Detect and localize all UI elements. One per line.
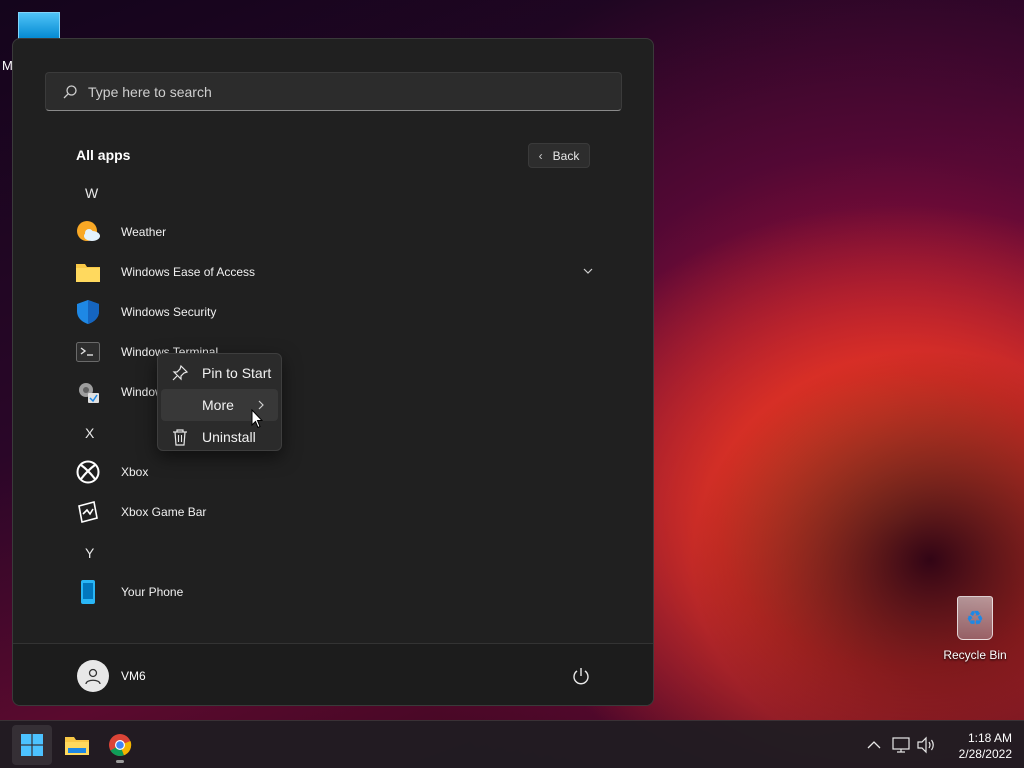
app-windows-security[interactable]: Windows Security xyxy=(75,296,595,328)
mouse-cursor-icon xyxy=(251,409,263,429)
clock-time: 1:18 AM xyxy=(967,731,1012,745)
recycle-bin-label: Recycle Bin xyxy=(943,648,1007,662)
section-letter-x[interactable]: X xyxy=(85,425,94,441)
windows-logo-icon xyxy=(21,734,43,756)
app-your-phone[interactable]: Your Phone xyxy=(75,576,595,608)
taskbar: 1:18 AM 2/28/2022 xyxy=(0,720,1024,768)
game-bar-icon xyxy=(75,499,101,525)
app-windows-terminal[interactable]: Windows Terminal xyxy=(75,336,595,368)
clock[interactable]: 1:18 AM 2/28/2022 xyxy=(940,730,1012,762)
app-windows-tools[interactable]: Windows Tools xyxy=(75,376,595,408)
search-icon xyxy=(63,84,77,98)
file-explorer-button[interactable] xyxy=(57,725,97,765)
phone-icon xyxy=(75,579,101,605)
app-label: Xbox xyxy=(121,465,149,479)
shield-icon xyxy=(75,299,101,325)
context-item-label: Pin to Start xyxy=(202,365,272,381)
section-letter-w[interactable]: W xyxy=(85,185,98,201)
app-xbox[interactable]: Xbox xyxy=(75,456,595,488)
app-label: Windows Ease of Access xyxy=(121,265,256,279)
start-menu: All apps ‹ Back W Weather Windows Ease o… xyxy=(12,38,654,706)
chrome-icon xyxy=(109,734,132,756)
recycle-bin-icon: ♻ xyxy=(957,596,993,640)
chevron-up-icon[interactable] xyxy=(864,735,884,755)
recycle-bin[interactable]: ♻ Recycle Bin xyxy=(942,596,1008,664)
chrome-button[interactable] xyxy=(100,725,140,765)
tools-icon xyxy=(75,379,101,405)
app-xbox-game-bar[interactable]: Xbox Game Bar xyxy=(75,496,595,528)
search-input[interactable] xyxy=(88,83,568,100)
folder-icon xyxy=(75,259,101,285)
chevron-left-icon: ‹ xyxy=(538,148,543,163)
file-explorer-icon xyxy=(65,737,89,755)
back-button-label: Back xyxy=(552,148,580,163)
pin-icon xyxy=(171,364,189,382)
app-label: Weather xyxy=(121,225,167,239)
app-label: Windows Security xyxy=(121,305,217,319)
trash-icon xyxy=(171,428,189,446)
context-item-label: Uninstall xyxy=(202,429,256,445)
network-icon[interactable] xyxy=(891,735,911,755)
user-icon xyxy=(85,668,101,685)
context-item-pin-to-start[interactable]: Pin to Start xyxy=(161,357,278,389)
context-item-label: More xyxy=(202,397,234,413)
search-box[interactable] xyxy=(45,72,622,111)
xbox-icon xyxy=(75,459,101,485)
start-button[interactable] xyxy=(12,725,52,765)
user-name[interactable]: VM6 xyxy=(121,669,146,683)
power-icon[interactable] xyxy=(571,666,591,686)
section-letter-y[interactable]: Y xyxy=(85,545,94,561)
desktop-icon-top[interactable] xyxy=(18,12,60,40)
running-indicator xyxy=(116,760,124,763)
volume-icon[interactable] xyxy=(916,735,936,755)
start-menu-footer: VM6 xyxy=(13,643,653,705)
app-label: Your Phone xyxy=(121,585,184,599)
weather-icon xyxy=(75,219,101,245)
clock-date: 2/28/2022 xyxy=(958,747,1012,761)
app-label: Xbox Game Bar xyxy=(121,505,207,519)
user-avatar[interactable] xyxy=(77,660,109,692)
chevron-down-icon[interactable] xyxy=(581,264,595,278)
terminal-icon xyxy=(75,339,101,365)
context-menu: Pin to Start More Uninstall xyxy=(157,353,282,451)
app-windows-ease-of-access[interactable]: Windows Ease of Access xyxy=(75,256,595,288)
app-weather[interactable]: Weather xyxy=(75,216,595,248)
all-apps-heading: All apps xyxy=(76,147,131,163)
back-button[interactable]: ‹ Back xyxy=(528,143,590,168)
